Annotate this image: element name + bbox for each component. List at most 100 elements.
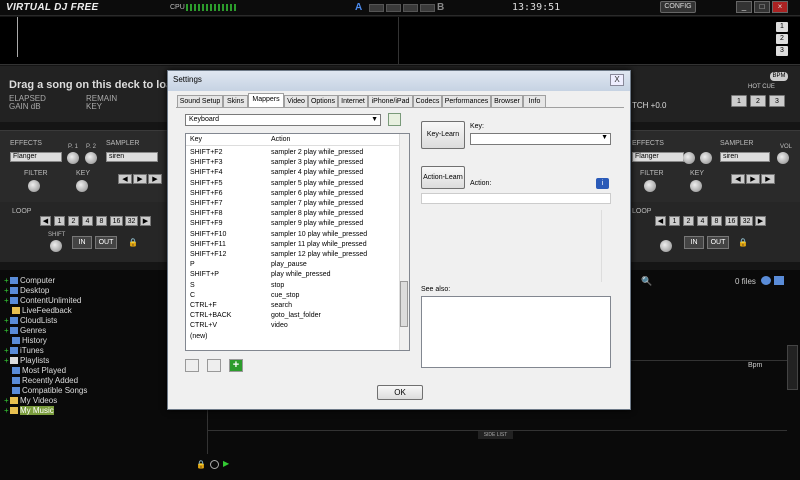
crossfader-deck-a[interactable]: A — [355, 2, 362, 13]
disc-icon[interactable] — [210, 460, 219, 469]
scrollbar-thumb[interactable] — [400, 281, 408, 327]
view-icon[interactable] — [774, 276, 784, 285]
playlist-tab[interactable] — [787, 345, 798, 390]
sampler-prev-button[interactable]: ◀ — [118, 174, 132, 184]
loop-1-right[interactable]: 1 — [669, 216, 680, 226]
table-row[interactable]: SHIFT+F5 sampler 5 play while_pressed — [186, 179, 399, 189]
lock-icon[interactable]: 🔒 — [196, 460, 206, 469]
sampler-play-button[interactable]: ▶ — [133, 174, 147, 184]
loop-16-right[interactable]: 16 — [725, 216, 738, 226]
play-icon[interactable]: ▶ — [223, 459, 229, 468]
table-row[interactable]: Pplay_pause — [186, 260, 399, 270]
loop-prev-button[interactable]: ◀ — [40, 216, 51, 226]
save-mapping-icon[interactable] — [185, 359, 199, 372]
bpm-column-header[interactable]: Bpm — [748, 362, 762, 369]
waveform-area[interactable] — [0, 17, 800, 65]
loop-prev-button-right[interactable]: ◀ — [655, 216, 666, 226]
table-row[interactable]: SHIFT+F6 sampler 6 play while_pressed — [186, 189, 399, 199]
close-app-button[interactable]: × — [772, 1, 788, 13]
table-row[interactable]: SHIFT+F11 sampler 11 play while_pressed — [186, 240, 399, 250]
loop-8-right[interactable]: 8 — [711, 216, 722, 226]
minimize-button[interactable]: _ — [736, 1, 752, 13]
tree-item-most-played[interactable]: Most Played — [12, 366, 66, 376]
sampler-play-button-right[interactable]: ▶ — [746, 174, 760, 184]
key-learn-button[interactable]: Key-Learn — [421, 121, 465, 149]
fx-p1-knob[interactable] — [67, 152, 79, 164]
tree-item-livefeedback[interactable]: LiveFeedback — [12, 306, 72, 316]
tab-iphone-ipad[interactable]: iPhone/iPad — [368, 95, 413, 107]
see-also-box[interactable] — [421, 296, 611, 368]
tab-sound-setup[interactable]: Sound Setup — [177, 95, 223, 107]
loop-next-button[interactable]: ▶ — [140, 216, 151, 226]
fx-p1-knob-right[interactable] — [683, 152, 695, 164]
tree-item-recently-added[interactable]: Recently Added — [12, 376, 78, 386]
table-row[interactable]: CTRL+F search — [186, 301, 399, 311]
maximize-button[interactable]: □ — [754, 1, 770, 13]
tree-item-genres[interactable]: + Genres — [4, 326, 46, 336]
loop-16[interactable]: 16 — [110, 216, 123, 226]
sampler-volume-knob[interactable] — [777, 152, 789, 164]
action-learn-button[interactable]: Action-Learn — [421, 166, 465, 189]
table-row[interactable]: SHIFT+F10 sampler 10 play while_pressed — [186, 230, 399, 240]
mapping-table[interactable]: Key Action SHIFT+F2 sampler 2 play while_… — [185, 133, 410, 351]
loop-2[interactable]: 2 — [68, 216, 79, 226]
side-list-tab[interactable]: SIDE LIST — [478, 431, 513, 439]
trash-icon[interactable] — [207, 359, 221, 372]
tab-options[interactable]: Options — [308, 95, 338, 107]
action-scrollbar[interactable] — [601, 210, 611, 282]
action-input[interactable] — [421, 193, 611, 204]
globe-icon[interactable] — [761, 276, 771, 285]
deck-select-1[interactable]: 1 — [776, 22, 788, 32]
tree-item-playlists[interactable]: + Playlists — [4, 356, 49, 366]
tree-item-desktop[interactable]: + Desktop — [4, 286, 49, 296]
fx-p2-knob-right[interactable] — [700, 152, 712, 164]
tree-item-cloudlists[interactable]: + CloudLists — [4, 316, 57, 326]
key-knob[interactable] — [76, 180, 88, 192]
loop-in-button[interactable]: IN — [72, 236, 92, 249]
loop-in-button-right[interactable]: IN — [684, 236, 704, 249]
table-row[interactable]: SHIFT+F4 sampler 4 play while_pressed — [186, 168, 399, 178]
tree-item-itunes[interactable]: + iTunes — [4, 346, 44, 356]
table-row[interactable]: SHIFT+F12 sampler 12 play while_pressed — [186, 250, 399, 260]
shift-knob[interactable] — [50, 240, 62, 252]
sampler-prev-button-right[interactable]: ◀ — [731, 174, 745, 184]
shift-knob-right[interactable] — [660, 240, 672, 252]
table-row[interactable]: Sstop — [186, 281, 399, 291]
crossfader-segment[interactable] — [403, 4, 418, 12]
table-row[interactable]: Ccue_stop — [186, 291, 399, 301]
tree-item-contentunlimited[interactable]: + ContentUnlimited — [4, 296, 81, 306]
tab-info[interactable]: Info — [523, 95, 546, 107]
table-row[interactable]: SHIFT+F2 sampler 2 play while_pressed — [186, 148, 399, 158]
crossfader-segment[interactable] — [420, 4, 435, 12]
tab-browser[interactable]: Browser — [491, 95, 523, 107]
dialog-close-button[interactable]: X — [610, 74, 624, 86]
lock-icon-right[interactable]: 🔒 — [738, 238, 748, 247]
tree-item-my-music[interactable]: + My Music — [4, 406, 54, 416]
crossfader-segment[interactable] — [369, 4, 384, 12]
crossfader-segment[interactable] — [386, 4, 401, 12]
loop-1[interactable]: 1 — [54, 216, 65, 226]
loop-32-right[interactable]: 32 — [740, 216, 753, 226]
tab-skins[interactable]: Skins — [223, 95, 248, 107]
table-row[interactable]: (new) — [186, 332, 399, 342]
tab-codecs[interactable]: Codecs — [413, 95, 442, 107]
loop-out-button[interactable]: OUT — [95, 236, 117, 249]
table-row[interactable]: CTRL+V video — [186, 321, 399, 331]
table-row[interactable]: SHIFT+F7 sampler 7 play while_pressed — [186, 199, 399, 209]
tree-item-computer[interactable]: + Computer — [4, 276, 55, 286]
mapper-options-icon[interactable] — [388, 113, 401, 126]
sampler-select-left[interactable]: siren — [106, 152, 158, 162]
hot-cue-3[interactable]: 3 — [769, 95, 785, 107]
deck-select-3[interactable]: 3 — [776, 46, 788, 56]
table-row[interactable]: CTRL+BACK goto_last_folder — [186, 311, 399, 321]
table-row[interactable]: SHIFT+F8 sampler 8 play while_pressed — [186, 209, 399, 219]
tab-mappers[interactable]: Mappers — [248, 93, 284, 108]
fx-p2-knob[interactable] — [85, 152, 97, 164]
tab-internet[interactable]: Internet — [338, 95, 368, 107]
sampler-next-button[interactable]: ▶ — [148, 174, 162, 184]
hot-cue-2[interactable]: 2 — [750, 95, 766, 107]
sampler-next-button-right[interactable]: ▶ — [761, 174, 775, 184]
ok-button[interactable]: OK — [377, 385, 423, 400]
loop-2-right[interactable]: 2 — [683, 216, 694, 226]
config-button[interactable]: CONFIG — [660, 1, 696, 13]
